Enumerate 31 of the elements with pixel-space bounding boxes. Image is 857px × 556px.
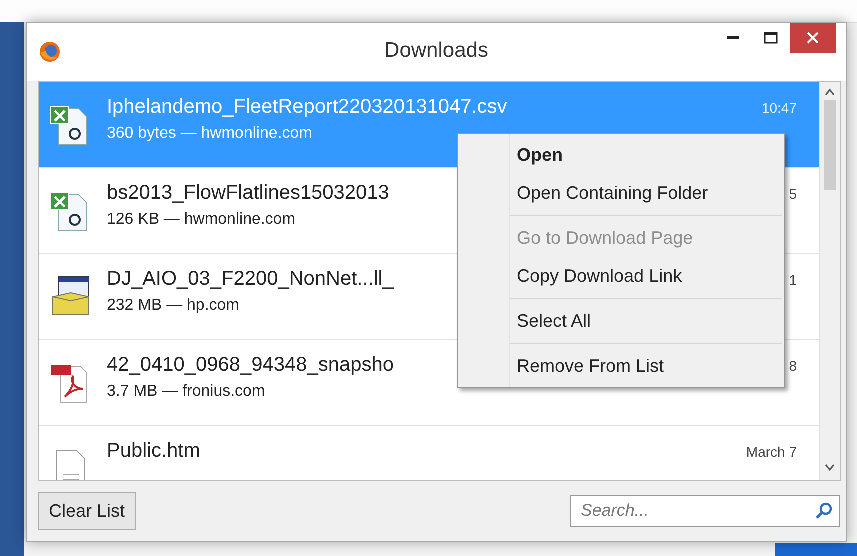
file-details: 360 bytes — hwmonline.com	[107, 125, 312, 143]
file-name: Public.htm	[107, 440, 200, 463]
search-field[interactable]: Search...	[570, 495, 840, 527]
menu-item[interactable]: Select All	[458, 302, 784, 340]
fox-globe-icon	[39, 41, 61, 63]
download-time: 10:47	[762, 99, 797, 116]
search-icon	[815, 502, 833, 520]
window-title: Downloads	[384, 39, 488, 63]
clear-list-button[interactable]: Clear List	[38, 492, 136, 530]
close-icon	[807, 32, 819, 44]
close-button[interactable]	[790, 23, 836, 53]
file-details: 126 KB — hwmonline.com	[107, 211, 296, 229]
file-details: 3.7 MB — fronius.com	[107, 383, 266, 401]
download-time: 8	[789, 357, 797, 374]
menu-item[interactable]: Copy Download Link	[458, 257, 784, 295]
menu-item[interactable]: Open Containing Folder	[458, 174, 784, 212]
menu-item[interactable]: Remove From List	[458, 347, 784, 385]
minimize-icon	[727, 36, 739, 40]
download-time: 5	[789, 185, 797, 202]
file-name: Iphelandemo_FleetReport220320131047.csv	[107, 96, 508, 119]
scroll-down-icon	[825, 464, 835, 472]
file-details: 232 MB — hp.com	[107, 297, 240, 315]
download-time: March 7	[746, 443, 797, 460]
scroll-up-icon	[825, 88, 835, 96]
download-time: 1	[789, 271, 797, 288]
scrollbar[interactable]	[819, 82, 840, 480]
file-name: bs2013_FlowFlatlines15032013	[107, 182, 390, 205]
scrollbar-thumb[interactable]	[824, 100, 836, 190]
file-name: DJ_AIO_03_F2200_NonNet...ll_	[107, 268, 394, 291]
file-name: 42_0410_0968_94348_snapsho	[107, 354, 394, 377]
maximize-icon	[764, 32, 778, 44]
